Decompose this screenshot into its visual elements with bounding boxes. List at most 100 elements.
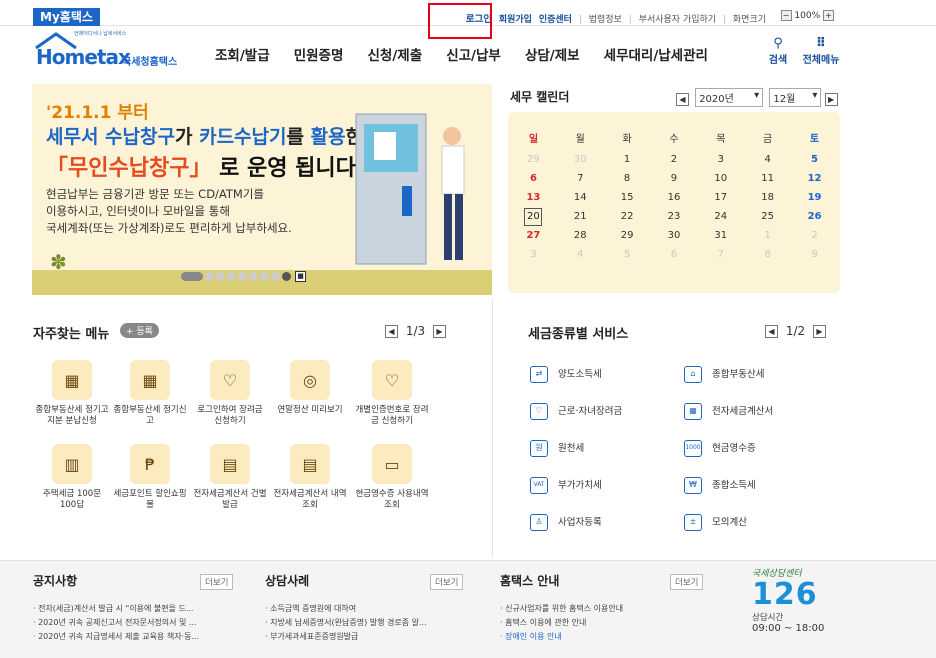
calendar-day[interactable]: 2 xyxy=(651,150,698,169)
favorite-item[interactable]: ▦ 종합부동산세 정기고지분 분납신청 xyxy=(32,360,112,427)
calendar-day[interactable]: 29 xyxy=(604,226,651,245)
calendar-day[interactable]: 9 xyxy=(651,169,698,188)
calendar-day[interactable]: 29 xyxy=(510,150,557,169)
calendar-day[interactable]: 30 xyxy=(557,150,604,169)
year-select[interactable]: 2020년 ▾ xyxy=(695,88,764,107)
notice-item[interactable]: · 전자(세금)계산서 발급 시 "이용에 불편을 드... xyxy=(33,602,199,616)
favorite-item[interactable]: ₱ 세금포인트 할인쇼핑몰 xyxy=(110,444,190,511)
calendar-day[interactable]: 17 xyxy=(697,188,744,207)
calendar-day[interactable]: 18 xyxy=(744,188,791,207)
banner-dot[interactable] xyxy=(216,272,225,281)
banner-dot[interactable] xyxy=(282,272,291,281)
calendar-day[interactable]: 1 xyxy=(604,150,651,169)
guide-item[interactable]: · 신규사업자를 위한 홈택스 이용안내 xyxy=(500,602,623,616)
calendar-day[interactable]: 12 xyxy=(791,169,838,188)
calendar-day[interactable]: 27 xyxy=(510,226,557,245)
nav-item-filing[interactable]: 신고/납부 xyxy=(446,48,501,64)
calendar-day[interactable]: 31 xyxy=(697,226,744,245)
calendar-day[interactable]: 22 xyxy=(604,207,651,226)
calendar-day[interactable]: 3 xyxy=(510,245,557,264)
hometax-logo[interactable]: 언제어디서나 납세서비스 Hometax 국세청홈택스 xyxy=(34,30,194,72)
month-select[interactable]: 12월 ▾ xyxy=(769,88,822,107)
calendar-day[interactable]: 8 xyxy=(744,245,791,264)
favorite-item[interactable]: ▦ 종합부동산세 정기신고 xyxy=(110,360,190,427)
banner-dot[interactable] xyxy=(205,272,214,281)
cert-center-link[interactable]: 인증센터 xyxy=(539,15,572,25)
calendar-day[interactable]: 19 xyxy=(791,188,838,207)
hero-banner[interactable]: '21.1.1 부터 세무서 수납창구가 카드수납기를 활용한 「무인수납창구」… xyxy=(32,84,492,295)
guide-item[interactable]: · 홈택스 이용에 관한 안내 xyxy=(500,616,623,630)
calendar-day[interactable]: 13 xyxy=(510,188,557,207)
service-item[interactable]: 1000 현금영수증 xyxy=(684,440,756,457)
guide-more-button[interactable]: 더보기 xyxy=(670,574,704,590)
calendar-day[interactable]: 10 xyxy=(697,169,744,188)
favorite-item[interactable]: ▤ 전자세금계산서 내역조회 xyxy=(270,444,350,511)
favorite-item[interactable]: ▭ 현금영수증 사용내역조회 xyxy=(352,444,432,511)
calendar-day[interactable]: 1 xyxy=(744,226,791,245)
search-button[interactable]: ⚲ 검색 xyxy=(763,36,793,66)
service-item[interactable]: ▦ 전자세금계산서 xyxy=(684,403,773,420)
banner-dot[interactable] xyxy=(260,272,269,281)
all-menu-button[interactable]: ⠿ 전체메뉴 xyxy=(799,36,843,66)
nav-item-agent[interactable]: 세무대리/납세관리 xyxy=(604,48,708,64)
nav-item-application[interactable]: 신청/제출 xyxy=(368,48,423,64)
service-item[interactable]: VAT 부가가치세 xyxy=(530,477,602,494)
call-center-box[interactable]: 국세상담센터 126 상담시간 09:00 ~ 18:00 xyxy=(752,566,842,654)
consult-item[interactable]: · 부가세과세표준증명원발급 xyxy=(265,630,427,644)
calendar-prev-button[interactable]: ◀ xyxy=(676,92,689,106)
calendar-day[interactable]: 6 xyxy=(510,169,557,188)
calendar-next-button[interactable]: ▶ xyxy=(824,92,838,106)
zoom-in-button[interactable]: + xyxy=(823,10,834,21)
guide-item[interactable]: · 장애인 이용 안내 xyxy=(500,630,623,644)
banner-dot[interactable] xyxy=(249,272,258,281)
banner-dot[interactable] xyxy=(227,272,236,281)
calendar-day[interactable]: 2 xyxy=(791,226,838,245)
banner-dot-active[interactable] xyxy=(181,272,203,281)
notice-item[interactable]: · 2020년 귀속 공제신고서 전자문서정의서 및 ... xyxy=(33,616,199,630)
calendar-day[interactable]: 3 xyxy=(697,150,744,169)
service-item[interactable]: ⌂ 종합부동산세 xyxy=(684,366,764,383)
favorite-item[interactable]: ▤ 전자세금계산서 건별발급 xyxy=(190,444,270,511)
calendar-day[interactable]: 7 xyxy=(557,169,604,188)
service-item[interactable]: 원 원천세 xyxy=(530,440,584,457)
calendar-day[interactable]: 20 xyxy=(510,207,557,226)
calendar-day[interactable]: 9 xyxy=(791,245,838,264)
calendar-day[interactable]: 14 xyxy=(557,188,604,207)
favorite-item[interactable]: ♡ 로그인하여 장려금 신청하기 xyxy=(190,360,270,427)
notice-more-button[interactable]: 더보기 xyxy=(200,574,234,590)
calendar-day[interactable]: 4 xyxy=(744,150,791,169)
calendar-day[interactable]: 6 xyxy=(651,245,698,264)
favorite-item[interactable]: ♡ 개별인증번호로 장려금 신청하기 xyxy=(352,360,432,427)
calendar-day[interactable]: 4 xyxy=(557,245,604,264)
favorite-item[interactable]: ◎ 연말정산 미리보기 xyxy=(270,360,350,416)
banner-pause-button[interactable]: ■ xyxy=(295,271,306,282)
law-info-link[interactable]: 법령정보 xyxy=(589,15,622,25)
calendar-day[interactable]: 8 xyxy=(604,169,651,188)
calendar-day[interactable]: 30 xyxy=(651,226,698,245)
calendar-day[interactable]: 11 xyxy=(744,169,791,188)
calendar-day[interactable]: 25 xyxy=(744,207,791,226)
service-item[interactable]: ♙ 사업자등록 xyxy=(530,514,602,531)
register-favorite-button[interactable]: + 등록 xyxy=(120,323,159,338)
favorites-next-button[interactable]: ▶ xyxy=(432,325,446,338)
favorite-item[interactable]: ▥ 주택세금 100문100답 xyxy=(32,444,112,511)
join-link[interactable]: 회원가입 xyxy=(499,15,532,25)
nav-item-certificate[interactable]: 민원증명 xyxy=(294,48,344,64)
favorites-prev-button[interactable]: ◀ xyxy=(385,325,398,338)
calendar-day[interactable]: 5 xyxy=(604,245,651,264)
calendar-day[interactable]: 26 xyxy=(791,207,838,226)
notice-item[interactable]: · 2020년 귀속 지급명세서 제출 교육용 책자·동... xyxy=(33,630,199,644)
calendar-day[interactable]: 23 xyxy=(651,207,698,226)
service-item[interactable]: ⇄ 양도소득세 xyxy=(530,366,602,383)
nav-item-inquiry[interactable]: 조회/발급 xyxy=(215,48,270,64)
calendar-day[interactable]: 28 xyxy=(557,226,604,245)
consult-item[interactable]: · 지방세 납세증명서(완납증명) 발행 경로좀 알... xyxy=(265,616,427,630)
calendar-day[interactable]: 21 xyxy=(557,207,604,226)
consult-item[interactable]: · 소득금액 증명원에 대하여 xyxy=(265,602,427,616)
nav-item-consult[interactable]: 상담/제보 xyxy=(525,48,580,64)
my-hometax-button[interactable]: My홈택스 xyxy=(33,8,100,26)
calendar-day[interactable]: 16 xyxy=(651,188,698,207)
calendar-day[interactable]: 5 xyxy=(791,150,838,169)
calendar-day[interactable]: 7 xyxy=(697,245,744,264)
zoom-out-button[interactable]: − xyxy=(780,10,792,21)
